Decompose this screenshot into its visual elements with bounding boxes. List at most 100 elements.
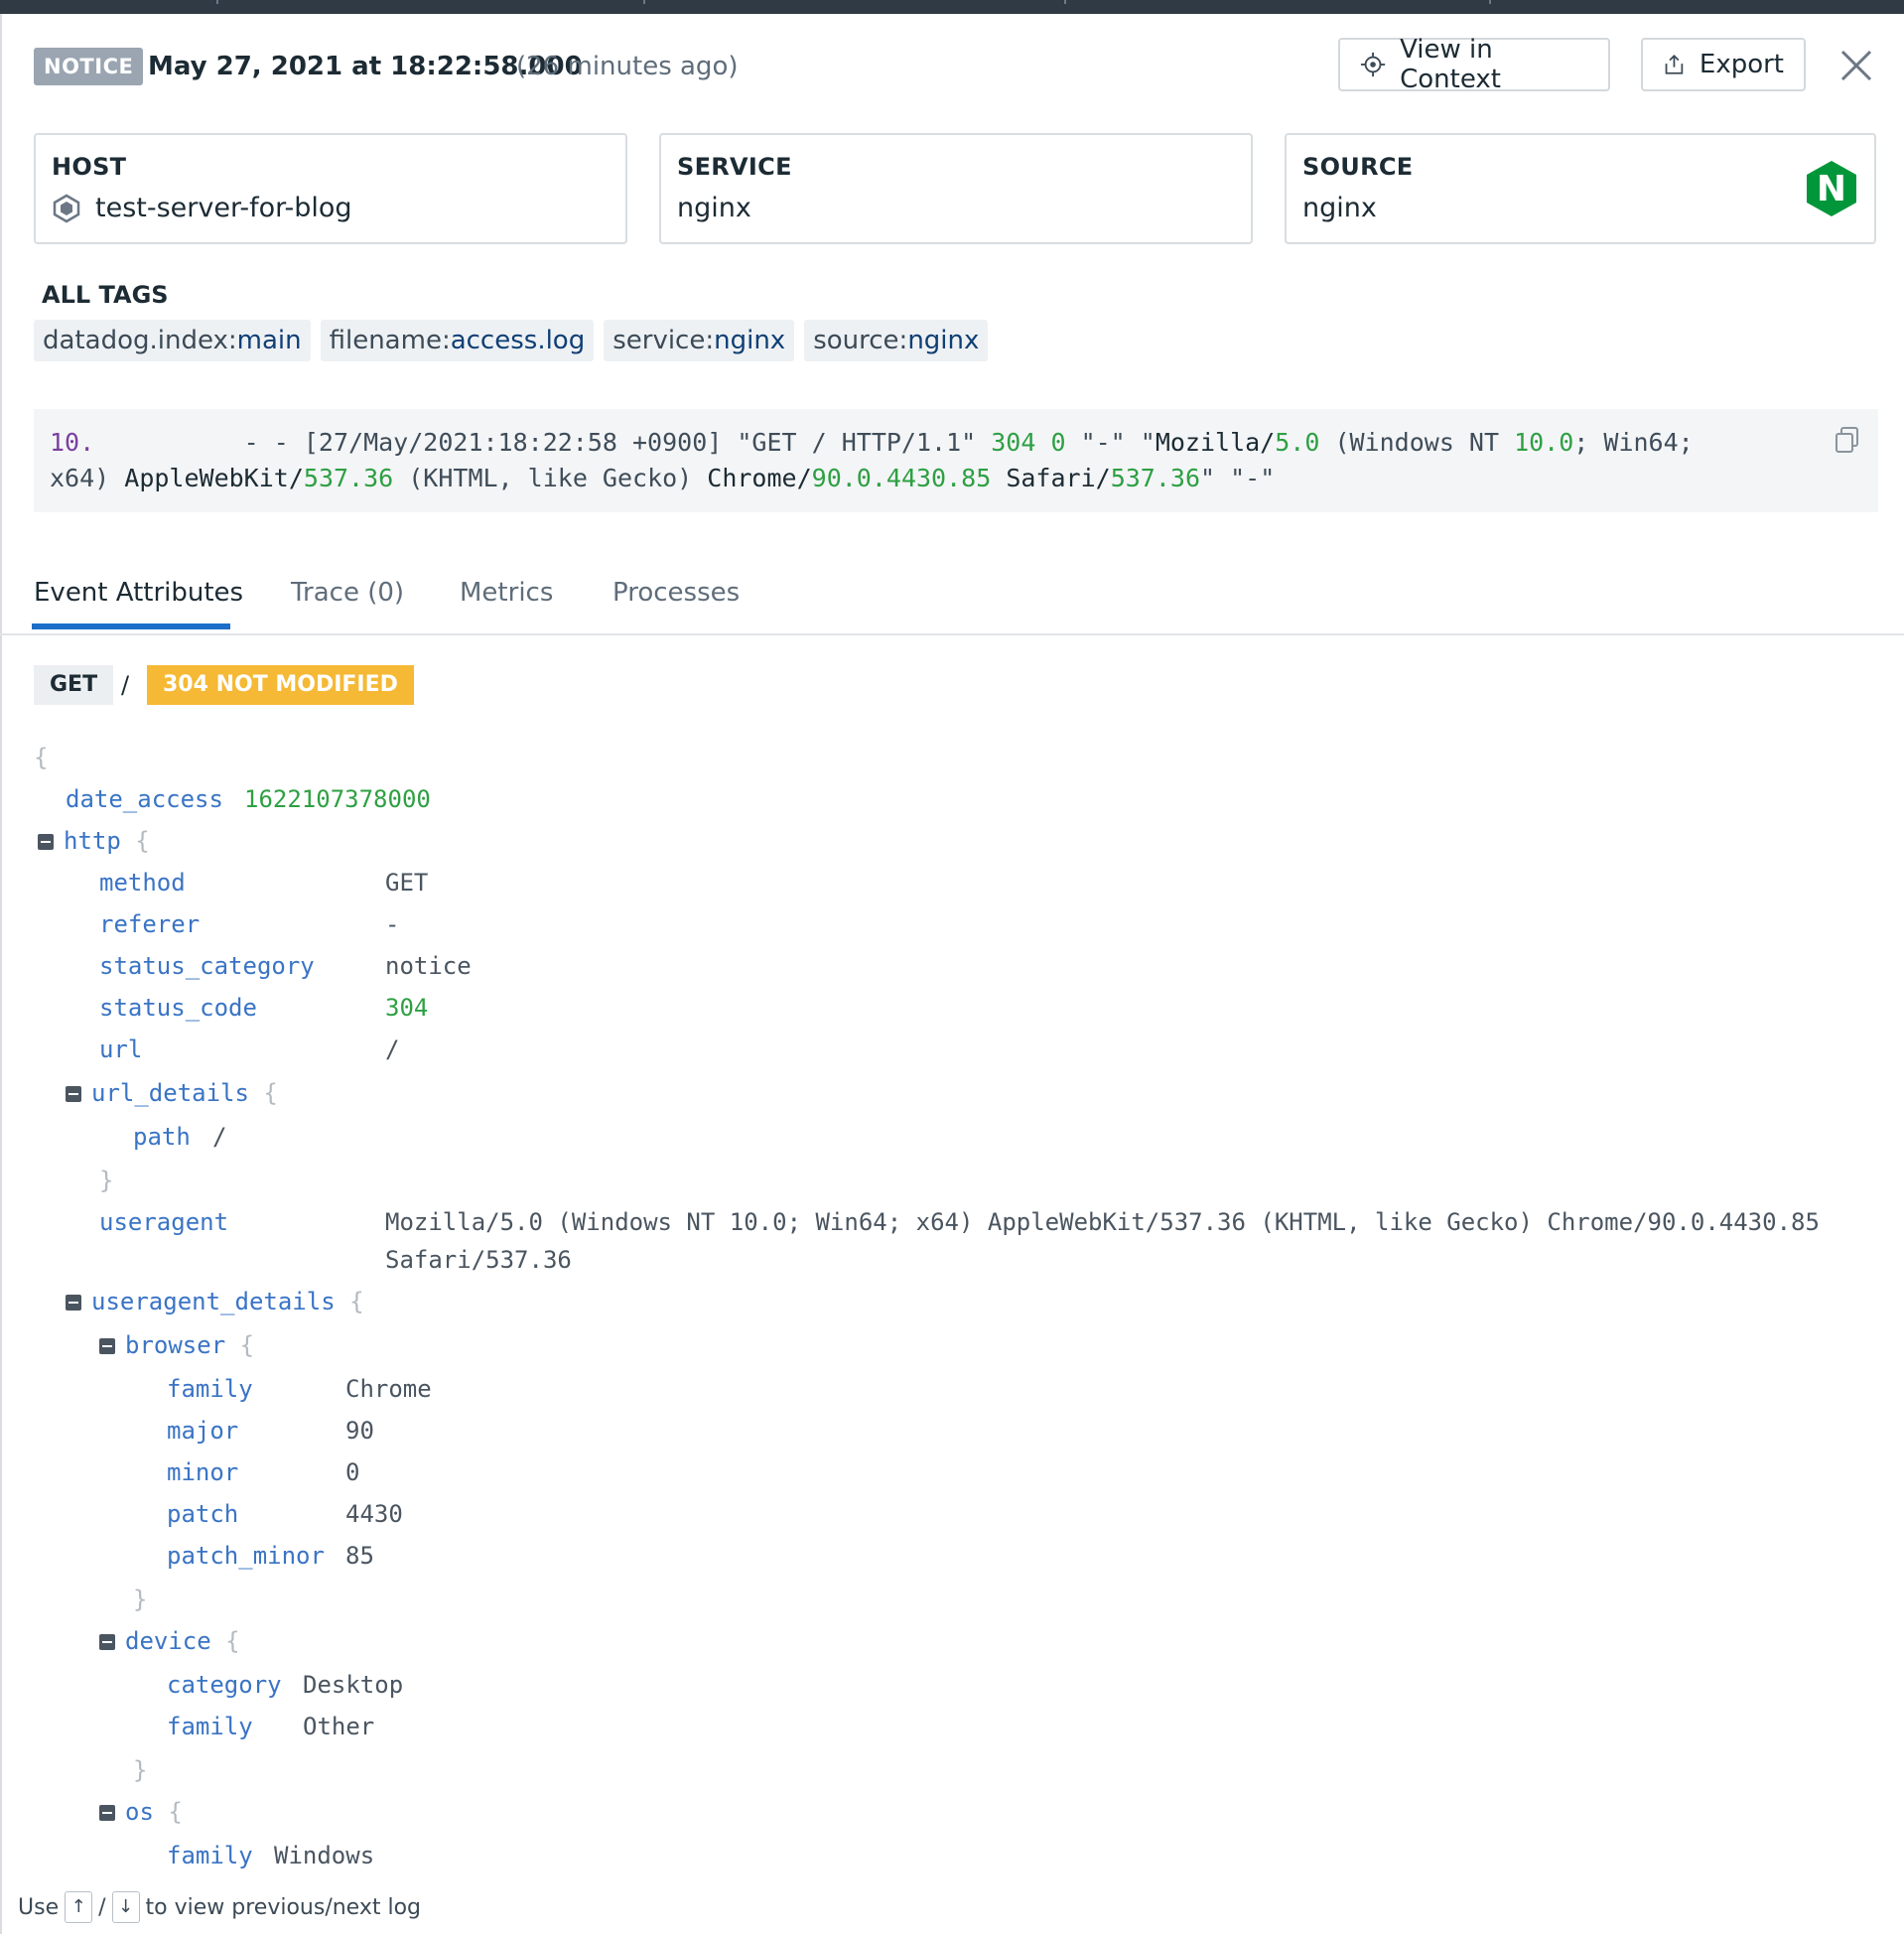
copy-icon[interactable] [1833, 425, 1862, 455]
top-bar-divider [643, 0, 645, 4]
host-card: HOST test-server-for-blog [34, 133, 627, 244]
tag-source[interactable]: source:nginx [804, 320, 989, 361]
export-button[interactable]: Export [1641, 38, 1806, 91]
service-card: SERVICE nginx [659, 133, 1253, 244]
attr-value[interactable]: 304 [385, 991, 428, 1025]
http-method-pill: GET [34, 665, 114, 705]
source-value[interactable]: nginx [1302, 193, 1377, 223]
arrow-down-key: ↓ [111, 1891, 140, 1923]
export-label: Export [1699, 50, 1784, 79]
all-tags-title: ALL TAGS [42, 281, 169, 309]
attr-key[interactable]: path [133, 1120, 191, 1154]
attr-value[interactable]: Other [303, 1710, 374, 1743]
hint-separator: / [98, 1894, 106, 1920]
export-icon [1665, 54, 1684, 74]
detail-tabs: Event Attributes Trace (0) Metrics Proce… [0, 574, 1904, 635]
keyboard-hint: Use ↑ / ↓ to view previous/next log [18, 1891, 421, 1923]
host-value-row[interactable]: test-server-for-blog [52, 193, 352, 223]
attr-value[interactable]: Safari/537.36 [385, 1243, 572, 1277]
panel-left-edge [0, 14, 2, 1934]
attr-key[interactable]: family [167, 1839, 253, 1872]
attr-key[interactable]: referer [99, 907, 200, 941]
raw-log-line-2: x64) AppleWebKit/537.36 (KHTML, like Gec… [50, 464, 1276, 492]
attr-key[interactable]: family [167, 1710, 253, 1743]
collapse-icon[interactable] [99, 1805, 115, 1821]
json-brace: } [133, 1756, 148, 1784]
relative-time: (26 minutes ago) [516, 52, 739, 81]
attr-key[interactable]: method [99, 866, 186, 899]
hint-use: Use [18, 1894, 60, 1920]
attr-key[interactable]: family [167, 1372, 253, 1406]
tag-datadog-index[interactable]: datadog.index:main [34, 320, 311, 361]
attr-key[interactable]: date_access [66, 782, 223, 816]
service-title: SERVICE [677, 153, 792, 181]
host-value: test-server-for-blog [95, 193, 352, 223]
source-title: SOURCE [1302, 153, 1414, 181]
attr-group-os[interactable]: os { [125, 1795, 183, 1829]
close-icon[interactable] [1838, 48, 1874, 83]
attr-value[interactable]: 90 [345, 1414, 374, 1448]
status-badge: NOTICE [34, 48, 144, 85]
attr-value[interactable]: / [212, 1120, 226, 1154]
attr-key[interactable]: major [167, 1414, 238, 1448]
attr-value[interactable]: 85 [345, 1539, 374, 1573]
attr-key[interactable]: patch [167, 1497, 238, 1531]
http-status-pill: 304 NOT MODIFIED [147, 665, 414, 705]
collapse-icon[interactable] [99, 1338, 115, 1354]
json-brace: { [34, 744, 49, 771]
tab-event-attributes[interactable]: Event Attributes [34, 578, 243, 608]
attr-value[interactable]: GET [385, 866, 428, 899]
crosshair-icon [1360, 52, 1386, 77]
attr-value[interactable]: notice [385, 949, 472, 983]
hint-text: to view previous/next log [145, 1894, 422, 1920]
collapse-icon[interactable] [99, 1634, 115, 1650]
svg-text:N: N [1817, 169, 1846, 209]
attr-key[interactable]: status_category [99, 949, 315, 983]
attr-value[interactable]: 0 [345, 1455, 359, 1489]
attr-group-device[interactable]: device { [125, 1624, 240, 1658]
attr-value[interactable]: 1622107378000 [244, 782, 431, 816]
collapse-icon[interactable] [38, 834, 54, 850]
view-in-context-label: View in Context [1400, 35, 1501, 94]
raw-log-line-1: 10. - - [27/May/2021:18:22:58 +0900] "GE… [50, 428, 1694, 457]
json-brace: } [99, 1167, 114, 1194]
attr-key[interactable]: url [99, 1033, 142, 1066]
tab-trace[interactable]: Trace (0) [291, 578, 404, 608]
top-bar-divider [1064, 0, 1066, 4]
attr-value[interactable]: / [385, 1033, 399, 1066]
view-in-context-button[interactable]: View in Context [1338, 35, 1610, 94]
attr-group-http[interactable]: http { [64, 824, 150, 858]
attr-value[interactable]: Desktop [303, 1668, 403, 1702]
tag-list: datadog.index:main filename:access.log s… [34, 320, 989, 361]
tab-processes[interactable]: Processes [612, 578, 740, 608]
tag-filename[interactable]: filename:access.log [320, 320, 595, 361]
attr-group-useragent-details[interactable]: useragent_details { [91, 1285, 364, 1318]
host-title: HOST [52, 153, 127, 181]
tab-metrics[interactable]: Metrics [460, 578, 553, 608]
attr-key[interactable]: category [167, 1668, 282, 1702]
raw-log-message[interactable]: 10. - - [27/May/2021:18:22:58 +0900] "GE… [34, 409, 1878, 512]
collapse-icon[interactable] [66, 1295, 81, 1311]
request-path: / [121, 671, 130, 699]
attr-value[interactable]: Chrome [345, 1372, 432, 1406]
attr-key[interactable]: patch_minor [167, 1539, 325, 1573]
tag-service[interactable]: service:nginx [604, 320, 795, 361]
attr-value[interactable]: Mozilla/5.0 (Windows NT 10.0; Win64; x64… [385, 1205, 1820, 1239]
json-brace: } [133, 1586, 148, 1613]
top-bar-divider [1489, 0, 1491, 4]
attr-group-url-details[interactable]: url_details { [91, 1076, 278, 1110]
attr-value[interactable]: - [385, 907, 399, 941]
nginx-logo-icon: N [1807, 161, 1856, 216]
attr-key[interactable]: useragent [99, 1205, 228, 1239]
collapse-icon[interactable] [66, 1086, 81, 1102]
attr-key[interactable]: minor [167, 1455, 238, 1489]
attr-key[interactable]: status_code [99, 991, 257, 1025]
source-card: SOURCE nginx N [1285, 133, 1876, 244]
service-value[interactable]: nginx [677, 193, 751, 223]
attr-group-browser[interactable]: browser { [125, 1328, 254, 1362]
hexagon-icon [53, 194, 80, 222]
attr-value[interactable]: Windows [274, 1839, 374, 1872]
active-tab-indicator [32, 623, 230, 629]
top-bar-divider [216, 0, 218, 4]
attr-value[interactable]: 4430 [345, 1497, 403, 1531]
